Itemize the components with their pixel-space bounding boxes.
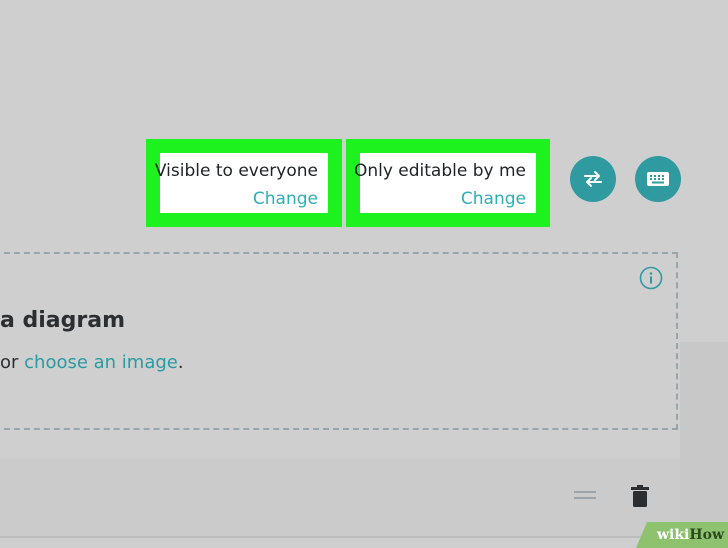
info-icon[interactable] (639, 266, 663, 290)
visibility-setting: Visible to everyone Change (155, 153, 328, 213)
editability-highlight: Only editable by me Change (346, 139, 550, 227)
drag-handle-icon[interactable] (574, 490, 596, 500)
visibility-highlight: Visible to everyone Change (146, 139, 342, 227)
visibility-change-link[interactable]: Change (253, 189, 318, 209)
image-drop-zone[interactable] (0, 252, 678, 430)
choose-image-link[interactable]: choose an image (24, 352, 178, 373)
watermark-wiki: wiki (656, 527, 690, 543)
editability-label: Only editable by me (353, 161, 526, 181)
keyboard-icon (647, 172, 669, 186)
visibility-label: Visible to everyone (154, 161, 318, 181)
side-panel (680, 342, 728, 548)
drop-zone-instructions: or choose an image. (0, 352, 184, 373)
drop-zone-heading: a diagram (0, 308, 126, 333)
swap-button[interactable] (570, 156, 616, 202)
editability-change-link[interactable]: Change (461, 189, 526, 209)
editability-setting: Only editable by me Change (354, 153, 536, 213)
swap-arrows-icon (584, 171, 602, 187)
watermark-how: How (689, 527, 724, 543)
wikihow-watermark: wiki How (636, 522, 728, 548)
drop-zone-suffix: . (177, 352, 184, 373)
trash-icon[interactable] (630, 484, 650, 508)
keyboard-button[interactable] (635, 156, 681, 202)
drop-zone-prefix: or (0, 352, 25, 373)
